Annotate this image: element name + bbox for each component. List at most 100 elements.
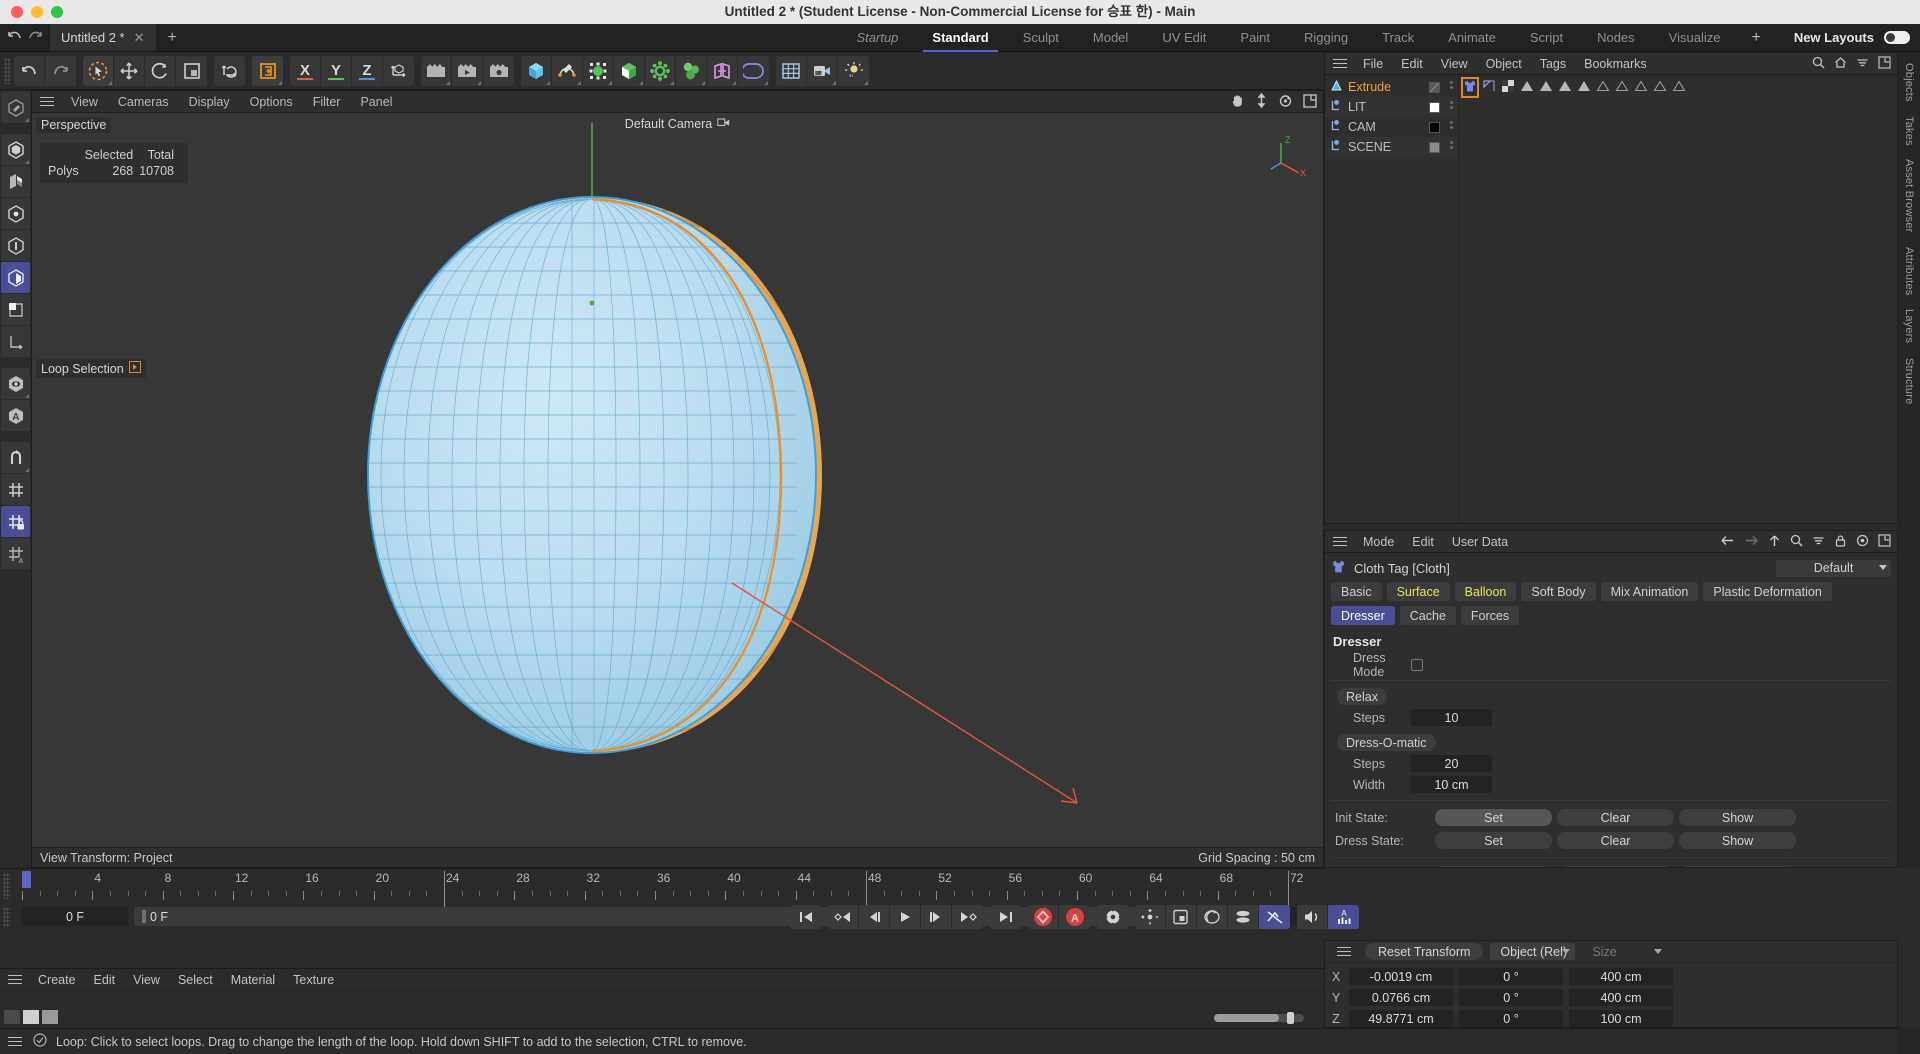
range-handle-left[interactable] (142, 910, 146, 923)
move-tool-button[interactable] (114, 55, 145, 86)
add-generator-button[interactable] (583, 55, 614, 86)
enable-axis-button[interactable] (252, 55, 283, 86)
state-clear-button[interactable]: Clear (1557, 809, 1674, 826)
layout-tab-nodes[interactable]: Nodes (1580, 24, 1652, 52)
record-position-button[interactable] (1135, 905, 1166, 929)
material-manager-hamburger-icon[interactable] (8, 974, 22, 985)
workplane-button[interactable] (1, 474, 30, 505)
attr-menu-user-data[interactable]: User Data (1443, 531, 1517, 553)
preset-dropdown[interactable]: Default (1776, 559, 1891, 577)
attribute-tab-balloon[interactable]: Balloon (1454, 582, 1517, 601)
new-layouts-toggle[interactable] (1884, 31, 1910, 44)
state-show-button[interactable]: Show (1679, 832, 1796, 849)
size-mode-dropdown[interactable]: Size (1582, 943, 1667, 960)
attribute-tab-dresser[interactable]: Dresser (1331, 606, 1395, 625)
material-menu-view[interactable]: View (124, 969, 169, 991)
expand-panel-icon[interactable] (1878, 534, 1891, 550)
reset-transform-button[interactable]: Reset Transform (1365, 943, 1484, 960)
material-menu-edit[interactable]: Edit (85, 969, 125, 991)
go-to-end-button[interactable] (990, 905, 1021, 929)
material-menu-create[interactable]: Create (29, 969, 85, 991)
selection-tag-icon[interactable] (1577, 79, 1591, 96)
viewport-menu-cameras[interactable]: Cameras (108, 91, 179, 113)
vertical-tab-layers[interactable]: Layers (1903, 302, 1915, 350)
tag-row[interactable] (1461, 76, 1897, 98)
toolbar-grip[interactable] (4, 57, 11, 84)
selection-tag-icon[interactable] (1558, 79, 1572, 96)
viewport-menu-filter[interactable]: Filter (303, 91, 351, 113)
coordinate-rotation-field[interactable]: 0 ° (1459, 1010, 1563, 1027)
record-keyframe-button[interactable] (1028, 905, 1059, 929)
play-button[interactable] (890, 905, 921, 929)
lock-workplane-button[interactable] (1, 506, 30, 537)
layout-tab-animate[interactable]: Animate (1431, 24, 1513, 52)
object-row[interactable]: SCENE (1325, 137, 1458, 157)
layout-tab-rigging[interactable]: Rigging (1287, 24, 1365, 52)
vertical-tab-structure[interactable]: Structure (1903, 351, 1915, 411)
add-deformer-button[interactable] (614, 55, 645, 86)
search-icon[interactable] (1812, 56, 1825, 72)
vertical-tab-takes[interactable]: Takes (1903, 109, 1915, 153)
undo-button[interactable] (14, 55, 45, 86)
autokey-button[interactable]: A (1059, 905, 1090, 929)
relax-steps-field[interactable]: 10 (1411, 709, 1492, 726)
lock-x-axis-button[interactable]: X (290, 55, 321, 86)
lock-icon[interactable] (1834, 534, 1847, 550)
add-cube-button[interactable] (521, 55, 552, 86)
timeline-playhead[interactable] (22, 871, 31, 888)
visibility-dots[interactable] (1450, 101, 1453, 109)
add-light-button[interactable]: S1 (838, 55, 869, 86)
enable-axis-modification-button[interactable] (1, 294, 30, 325)
object-manager-hamburger-icon[interactable] (1333, 58, 1347, 69)
search-icon[interactable] (1790, 534, 1803, 550)
close-icon[interactable]: ✕ (134, 30, 145, 46)
lock-y-axis-button[interactable]: Y (321, 55, 352, 86)
visibility-dots[interactable] (1450, 81, 1453, 89)
dress-mode-checkbox[interactable] (1411, 658, 1423, 671)
attribute-tab-cache[interactable]: Cache (1399, 606, 1456, 625)
state-set-button[interactable]: Set (1435, 832, 1552, 849)
material-menu-material[interactable]: Material (222, 969, 284, 991)
selection-tag-outline-icon[interactable] (1596, 79, 1610, 96)
attr-menu-edit[interactable]: Edit (1403, 531, 1443, 553)
rotate-tool-button[interactable] (145, 55, 176, 86)
selection-tag-outline-icon[interactable] (1615, 79, 1629, 96)
sound-button[interactable] (1297, 905, 1328, 929)
coordinate-position-field[interactable]: 49.8771 cm (1349, 1010, 1453, 1027)
object-menu-tags[interactable]: Tags (1531, 53, 1575, 75)
coordinate-position-field[interactable]: -0.0019 cm (1349, 968, 1453, 985)
go-to-start-button[interactable] (790, 905, 821, 929)
material-menu-select[interactable]: Select (169, 969, 222, 991)
snap-tool-button[interactable] (1, 442, 30, 473)
add-layout-button[interactable]: + (1737, 24, 1774, 52)
selection-tag-outline-icon[interactable] (1672, 79, 1686, 96)
attr-menu-mode[interactable]: Mode (1354, 531, 1403, 553)
expand-panel-icon[interactable] (1878, 56, 1891, 72)
object-mode-button[interactable] (1, 166, 30, 197)
keyframe-selection-button[interactable] (1097, 905, 1128, 929)
attribute-tab-surface[interactable]: Surface (1386, 582, 1450, 601)
object-menu-view[interactable]: View (1432, 53, 1477, 75)
object-row[interactable]: LIT (1325, 97, 1458, 117)
status-hamburger-icon[interactable] (8, 1036, 22, 1047)
layout-tab-visualize[interactable]: Visualize (1652, 24, 1738, 52)
model-mode-button[interactable] (1, 134, 30, 165)
edge-mode-button[interactable] (1, 230, 30, 261)
object-menu-bookmarks[interactable]: Bookmarks (1575, 53, 1656, 75)
object-color-swatch[interactable] (1429, 121, 1440, 133)
object-tag-area[interactable] (1459, 75, 1897, 523)
coordinate-mode-dropdown[interactable]: Object (Rel) (1490, 943, 1576, 960)
coordinate-position-field[interactable]: 0.0766 cm (1349, 989, 1453, 1006)
object-color-swatch[interactable] (1429, 101, 1440, 113)
home-icon[interactable] (1834, 56, 1847, 72)
current-frame-field[interactable]: 0 F (22, 907, 128, 926)
slider-knob[interactable] (1287, 1012, 1294, 1024)
layout-tab-paint[interactable]: Paint (1223, 24, 1287, 52)
object-manager-body[interactable]: Extrude LIT CAM SCENE (1325, 75, 1897, 523)
state-show-button[interactable]: Show (1679, 809, 1796, 826)
layout-tab-uv-edit[interactable]: UV Edit (1145, 24, 1223, 52)
render-to-picture-viewer-button[interactable] (452, 55, 483, 86)
relax-group-label[interactable]: Relax (1337, 688, 1387, 705)
visibility-tool-button[interactable] (1, 368, 30, 399)
scale-tool-button[interactable] (176, 55, 207, 86)
